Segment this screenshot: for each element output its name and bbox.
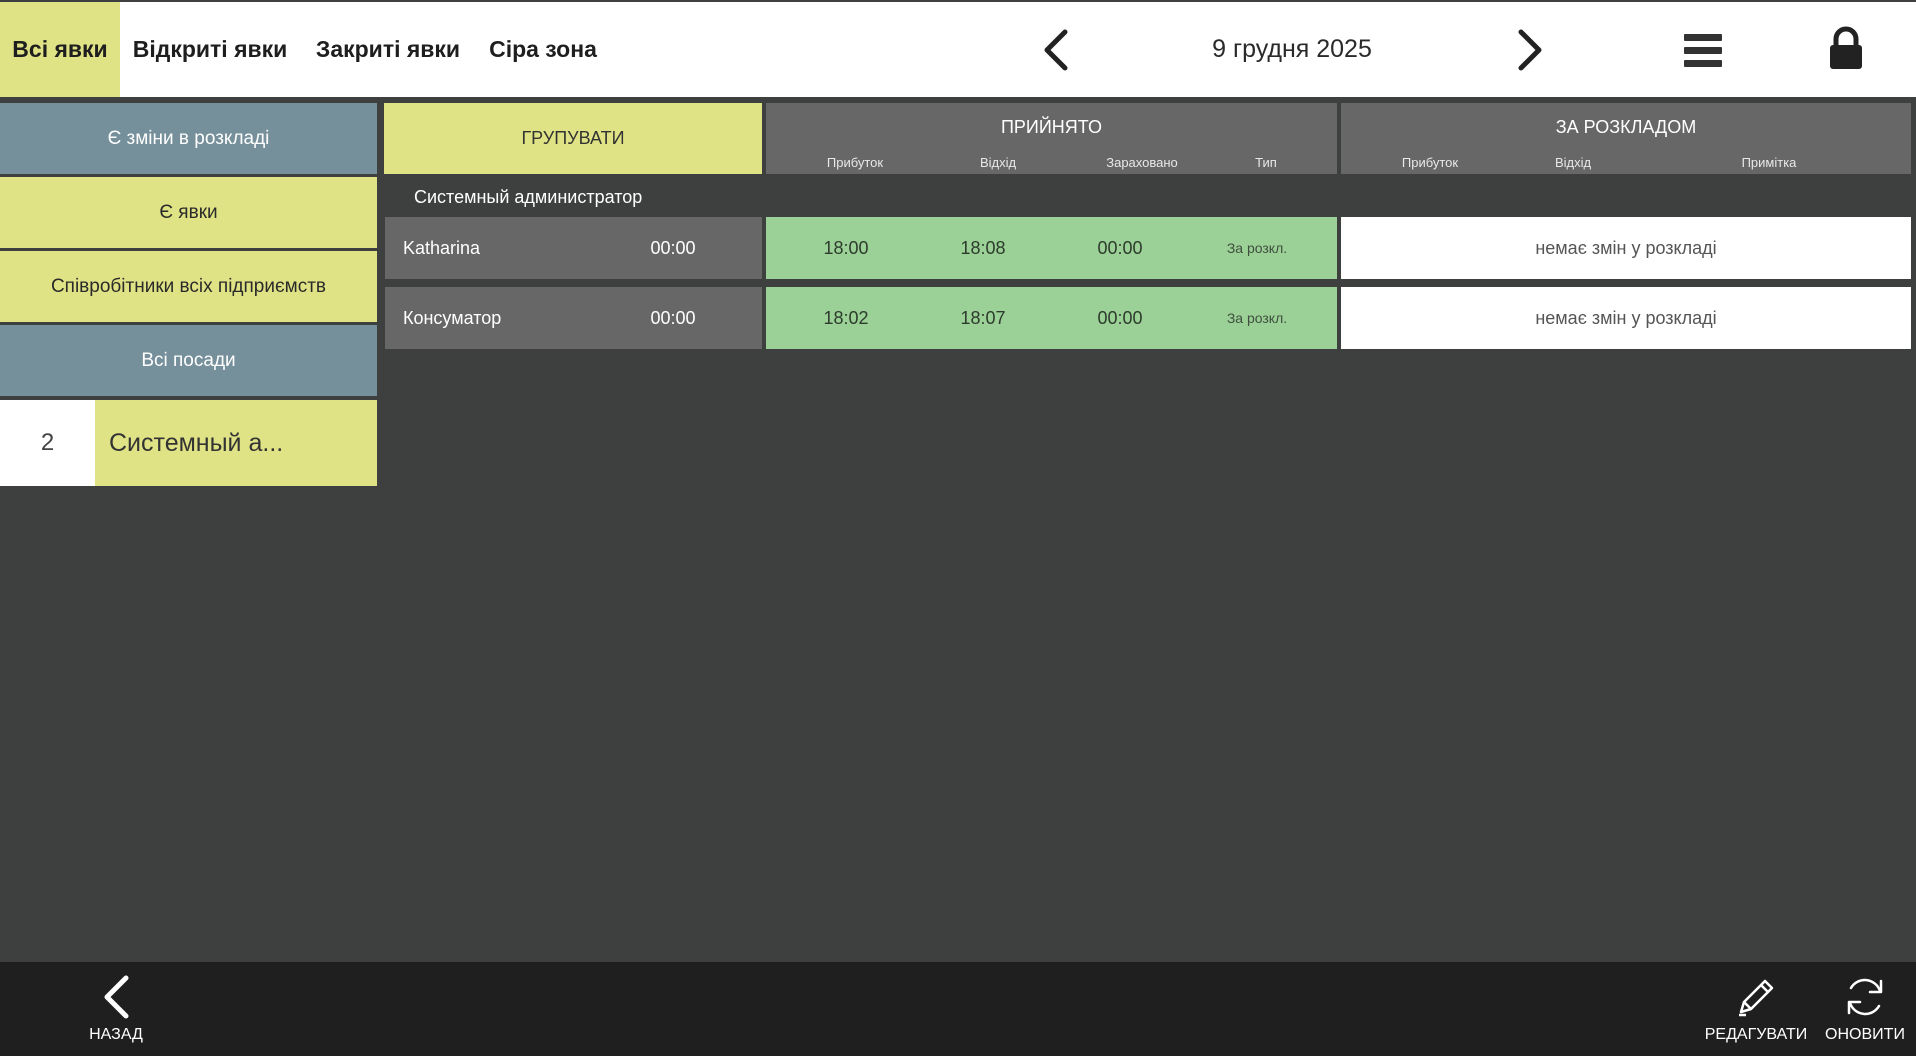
group-list-item[interactable]: 2 Системный а... [0,400,377,486]
accepted-arrival: 18:02 [823,307,869,328]
employee-cell: Консуматор 00:00 [385,287,762,349]
filter-schedule-changes[interactable]: Є зміни в розкладі [0,103,377,174]
group-button[interactable]: ГРУПУВАТИ [384,103,762,174]
accepted-credited: 00:00 [1097,307,1143,328]
group-name: Системный а... [95,400,377,486]
accepted-col-arrival: Прибуток [826,155,884,170]
top-bar: Всі явки Відкриті явки Закриті явки Сіра… [0,0,1916,97]
accepted-type: За розкл. [1226,240,1288,256]
pencil-icon [1739,979,1774,1017]
employee-total: 00:00 [650,237,696,258]
employee-name: Katharina [403,237,481,258]
bottom-bar: НАЗАД РЕДАГУВАТИ ОНОВИТИ [0,962,1916,1056]
chevron-left-icon [1044,29,1068,71]
scheduled-col-departure: Відхід [1554,155,1592,170]
back-button[interactable]: НАЗАД [56,962,176,1056]
refresh-label: ОНОВИТИ [1825,1026,1905,1043]
chevron-right-icon [1518,29,1542,71]
current-date: 9 грудня 2025 [1212,35,1372,63]
tab-grey-zone[interactable]: Сіра зона [476,2,610,97]
schedule-note: немає змін у розкладі [1341,217,1911,279]
lock-button[interactable] [1826,26,1866,72]
employee-name: Консуматор [403,307,502,328]
edit-label: РЕДАГУВАТИ [1704,1026,1808,1043]
accepted-departure: 18:08 [960,237,1006,258]
refresh-button[interactable]: ОНОВИТИ [1818,962,1912,1056]
accepted-header: ПРИЙНЯТО Прибуток Відхід Зараховано Тип [766,103,1337,174]
accepted-cell: 18:00 18:08 00:00 За розкл. [766,217,1337,279]
accepted-type: За розкл. [1226,310,1288,326]
tab-all-attendance[interactable]: Всі явки [0,2,120,97]
group-count: 2 [0,400,95,486]
edit-button[interactable]: РЕДАГУВАТИ [1700,962,1812,1056]
schedule-note: немає змін у розкладі [1341,287,1911,349]
employee-cell: Katharina 00:00 [385,217,762,279]
scheduled-col-arrival: Прибуток [1401,155,1459,170]
section-title: Системный администратор [414,186,643,207]
table-row[interactable]: Консуматор 00:00 18:02 18:07 00:00 За ро… [0,287,1916,349]
refresh-icon [1847,978,1883,1016]
tab-closed-attendance[interactable]: Закриті явки [304,2,472,97]
accepted-departure: 18:07 [960,307,1006,328]
scheduled-header: ЗА РОЗКЛАДОМ Прибуток Відхід Примітка [1341,103,1911,174]
scheduled-col-note: Примітка [1741,155,1797,170]
lock-icon [1830,26,1862,69]
menu-button[interactable] [1680,30,1726,72]
accepted-col-departure: Відхід [979,155,1017,170]
accepted-col-type: Тип [1255,155,1277,170]
table-row[interactable]: Katharina 00:00 18:00 18:08 00:00 За роз… [0,217,1916,279]
back-label: НАЗАД [89,1026,143,1043]
prev-date-button[interactable] [1030,24,1082,76]
scheduled-title: ЗА РОЗКЛАДОМ [1555,117,1697,137]
employee-total: 00:00 [650,307,696,328]
chevron-left-icon [104,975,129,1019]
accepted-col-credited: Зараховано [1106,155,1178,170]
next-date-button[interactable] [1504,24,1556,76]
tab-open-attendance[interactable]: Відкриті явки [120,2,300,97]
accepted-arrival: 18:00 [823,237,869,258]
hamburger-menu-icon [1684,34,1722,67]
accepted-cell: 18:02 18:07 00:00 За розкл. [766,287,1337,349]
accepted-credited: 00:00 [1097,237,1143,258]
accepted-title: ПРИЙНЯТО [1000,117,1102,137]
